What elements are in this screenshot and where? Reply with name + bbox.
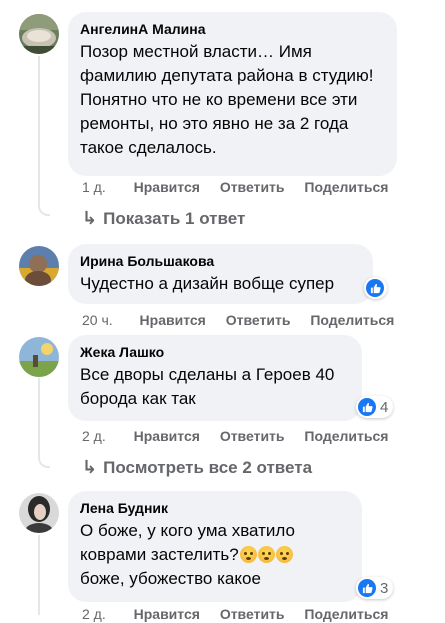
reply-button[interactable]: Ответить (220, 179, 285, 195)
comment-actions: 20 ч. Нравится Ответить Поделиться (82, 311, 394, 329)
comment-timestamp[interactable]: 1 д. (82, 179, 106, 195)
flushed-face-emoji (239, 546, 257, 563)
thread-line (38, 56, 40, 206)
reply-button[interactable]: Ответить (226, 312, 291, 328)
like-icon (358, 579, 376, 597)
show-replies-link[interactable]: ↳ Посмотреть все 2 ответа (82, 456, 312, 479)
thread-line (38, 535, 40, 615)
reply-arrow-icon: ↳ (82, 208, 98, 228)
show-replies-label: Посмотреть все 2 ответа (103, 458, 313, 477)
like-icon (358, 398, 376, 416)
comment-bubble: АнгелинА Малина Позор местной власти… Им… (68, 12, 397, 176)
comment-bubble: Лена Будник О боже, у кого ума хватило к… (68, 491, 362, 602)
reply-arrow-icon: ↳ (82, 457, 98, 477)
reply-button[interactable]: Ответить (220, 606, 285, 622)
comment-text: Все дворы сделаны а Героев 40 борода как… (80, 365, 335, 408)
comment-timestamp[interactable]: 2 д. (82, 606, 106, 622)
avatar[interactable] (19, 246, 59, 286)
comment-text-line: О боже, у кого ума хватило (80, 521, 295, 540)
avatar[interactable] (19, 337, 59, 377)
thread-line (38, 378, 40, 458)
comment-author[interactable]: Лена Будник (80, 499, 350, 517)
reaction-badge[interactable]: 3 (356, 577, 394, 599)
comment-bubble: Ирина Большакова Чудестно а дизайн вобще… (68, 244, 373, 304)
comment-text: О боже, у кого ума хватило коврами засте… (80, 519, 350, 591)
comment-timestamp[interactable]: 2 д. (82, 428, 106, 444)
share-button[interactable]: Поделиться (304, 606, 388, 622)
reaction-badge[interactable] (364, 277, 387, 299)
share-button[interactable]: Поделиться (310, 312, 394, 328)
avatar[interactable] (19, 14, 59, 54)
comment-actions: 2 д. Нравится Ответить Поделиться (82, 605, 388, 623)
share-button[interactable]: Поделиться (304, 179, 388, 195)
flushed-face-emoji (257, 546, 275, 563)
comment-author[interactable]: Ирина Большакова (80, 252, 361, 270)
share-button[interactable]: Поделиться (304, 428, 388, 444)
reply-button[interactable]: Ответить (220, 428, 285, 444)
like-button[interactable]: Нравится (134, 606, 200, 622)
reaction-badge[interactable]: 4 (356, 396, 394, 418)
flushed-face-emoji (275, 546, 293, 563)
avatar[interactable] (19, 493, 59, 533)
like-icon (366, 279, 384, 297)
show-replies-label: Показать 1 ответ (103, 209, 246, 228)
reaction-count: 4 (380, 398, 389, 416)
comment-actions: 1 д. Нравится Ответить Поделиться (82, 178, 388, 196)
reaction-count: 3 (380, 579, 389, 597)
like-button[interactable]: Нравится (140, 312, 206, 328)
like-button[interactable]: Нравится (134, 179, 200, 195)
show-replies-link[interactable]: ↳ Показать 1 ответ (82, 207, 245, 230)
comment-text-line: коврами застелить? (80, 545, 239, 564)
comment-actions: 2 д. Нравится Ответить Поделиться (82, 427, 388, 445)
comment-author[interactable]: Жека Лашко (80, 343, 350, 361)
comment-text-line: боже, убожество какое (80, 569, 261, 588)
thread-connector (38, 456, 50, 468)
comment-bubble: Жека Лашко Все дворы сделаны а Героев 40… (68, 335, 362, 421)
like-button[interactable]: Нравится (134, 428, 200, 444)
comment-text: Позор местной власти… Имя фамилию депута… (80, 42, 374, 157)
thread-connector (38, 204, 50, 216)
comment-timestamp[interactable]: 20 ч. (82, 312, 113, 328)
comment-text: Чудестно а дизайн вобще супер (80, 274, 335, 293)
comment-author[interactable]: АнгелинА Малина (80, 20, 385, 38)
